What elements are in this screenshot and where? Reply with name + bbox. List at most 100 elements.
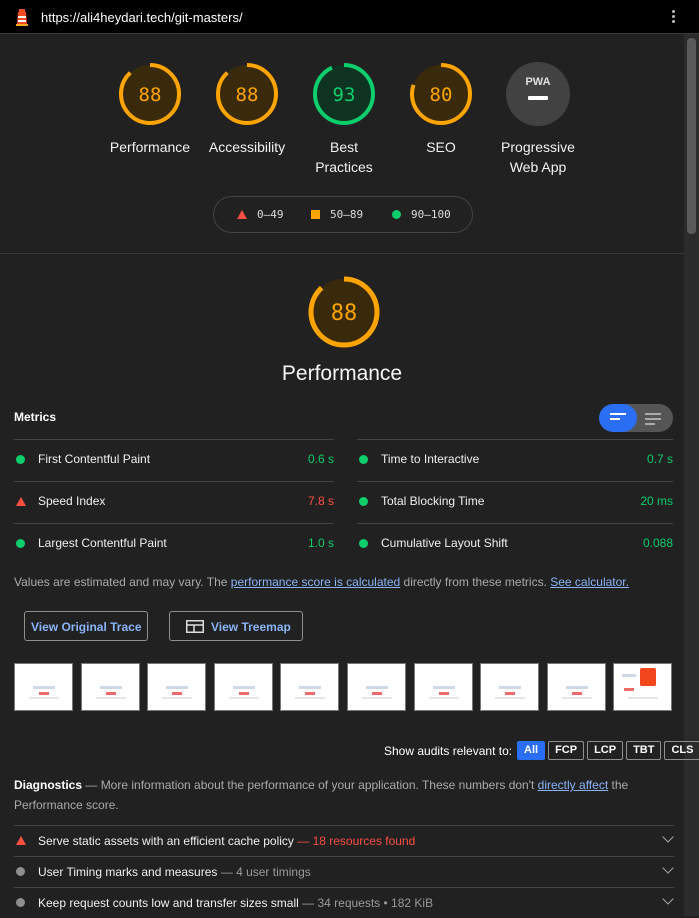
- metric-status-icon: [16, 497, 26, 506]
- filmstrip-frame: [546, 663, 606, 711]
- metric-name: First Contentful Paint: [38, 452, 151, 466]
- filmstrip-frame: [480, 663, 540, 711]
- filmstrip-frame: [14, 663, 73, 711]
- filter-chip-lcp[interactable]: LCP: [587, 741, 624, 760]
- gauge-performance[interactable]: 88 Performance: [95, 61, 205, 157]
- metric-cumulative-layout-shift: Cumulative Layout Shift 0.088: [357, 523, 673, 564]
- filter-chip-all[interactable]: All: [517, 741, 546, 760]
- pwa-badge-text: PWA: [525, 76, 550, 88]
- gauge-pwa[interactable]: PWA Progressive Web App: [483, 61, 593, 177]
- filmstrip-frame: [613, 663, 673, 711]
- filter-chip-fcp[interactable]: FCP: [548, 741, 585, 760]
- gauge-best-practices[interactable]: 93 Best Practices: [289, 61, 399, 177]
- score-gauge-ring: 93: [313, 63, 375, 125]
- gauge-accessibility[interactable]: 88 Accessibility: [192, 61, 302, 157]
- score-gauge-ring: 88: [119, 63, 181, 125]
- metric-name: Total Blocking Time: [381, 494, 485, 508]
- metric-value: 0.7 s: [646, 452, 673, 466]
- lighthouse-logo-icon: [16, 9, 28, 26]
- score-value: 88: [139, 84, 162, 106]
- metric-status-icon: [16, 539, 25, 548]
- scrollbar[interactable]: [684, 34, 699, 916]
- chevron-down-icon[interactable]: [662, 831, 674, 843]
- metric-first-contentful-paint: First Contentful Paint 0.6 s: [14, 439, 334, 480]
- gauge-seo[interactable]: 80 SEO: [386, 61, 496, 157]
- chevron-down-icon[interactable]: [662, 893, 674, 905]
- audit-status-icon: [16, 898, 25, 907]
- note-text: Values are estimated and may vary. The: [14, 575, 231, 589]
- scrollbar-thumb[interactable]: [687, 38, 696, 234]
- metric-name: Time to Interactive: [381, 452, 480, 466]
- audit-detail: — 18 resources found: [293, 834, 416, 848]
- button-label: View Original Trace: [31, 620, 142, 634]
- metric-total-blocking-time: Total Blocking Time 20 ms: [357, 481, 673, 522]
- more-options-icon[interactable]: [669, 8, 677, 26]
- performance-gauge: 88: [308, 276, 380, 348]
- button-label: View Treemap: [211, 620, 291, 634]
- metric-name: Largest Contentful Paint: [38, 536, 167, 550]
- metrics-view-toggle[interactable]: [599, 404, 673, 432]
- audit-filter-chips: All FCP LCP TBT CLS: [517, 741, 699, 760]
- filmstrip-frame: [213, 663, 273, 711]
- pwa-badge-icon: PWA: [506, 62, 570, 126]
- average-square-icon: [311, 210, 320, 219]
- score-calculation-link[interactable]: performance score is calculated: [231, 575, 400, 589]
- legend-fail: 0–49: [237, 208, 284, 221]
- pass-circle-icon: [392, 210, 401, 219]
- compact-list-icon: [610, 413, 626, 423]
- metrics-heading: Metrics: [14, 410, 57, 424]
- score-gauge-ring: 80: [410, 63, 472, 125]
- chevron-down-icon[interactable]: [662, 862, 674, 874]
- audit-user-timing[interactable]: User Timing marks and measures — 4 user …: [14, 856, 674, 887]
- view-treemap-button[interactable]: View Treemap: [169, 611, 303, 641]
- calculator-link[interactable]: See calculator.: [550, 575, 629, 589]
- audit-cache-policy[interactable]: Serve static assets with an efficient ca…: [14, 825, 674, 856]
- metrics-note: Values are estimated and may vary. The p…: [14, 575, 629, 589]
- diagnostics-title: Diagnostics: [14, 778, 83, 792]
- metric-status-icon: [359, 497, 368, 506]
- score-gauge-ring: 88: [216, 63, 278, 125]
- directly-affect-link[interactable]: directly affect: [538, 778, 608, 792]
- score-value: 93: [333, 84, 356, 106]
- metric-largest-contentful-paint: Largest Contentful Paint 1.0 s: [14, 523, 334, 564]
- metric-value: 1.0 s: [307, 536, 334, 550]
- score-value: 88: [236, 84, 259, 106]
- gauge-label: Accessibility: [208, 139, 286, 155]
- metric-name: Cumulative Layout Shift: [381, 536, 508, 550]
- metric-status-icon: [16, 455, 25, 464]
- audit-title: Keep request counts low and transfer siz…: [38, 896, 299, 910]
- metric-value: 0.6 s: [307, 452, 334, 466]
- expanded-list-icon[interactable]: [645, 413, 661, 428]
- performance-score: 88: [331, 301, 358, 326]
- filter-chip-cls[interactable]: CLS: [664, 741, 699, 760]
- note-text: directly from these metrics.: [400, 575, 551, 589]
- view-original-trace-button[interactable]: View Original Trace: [24, 611, 148, 641]
- filter-chip-tbt[interactable]: TBT: [626, 741, 662, 760]
- diagnostics-header: Diagnostics — More information about the…: [14, 775, 654, 815]
- audit-title: Serve static assets with an efficient ca…: [38, 834, 294, 848]
- legend-pass-range: 90–100: [411, 208, 451, 221]
- filmstrip-frame: [147, 663, 207, 711]
- legend-average: 50–89: [311, 208, 363, 221]
- gauge-label: Performance: [109, 139, 191, 155]
- audit-title: User Timing marks and measures: [38, 865, 218, 879]
- audit-status-icon: [16, 836, 26, 845]
- page-url[interactable]: https://ali4heydari.tech/git-masters/: [41, 10, 243, 25]
- gauge-label: Progressive Web App: [501, 139, 575, 175]
- audit-request-counts[interactable]: Keep request counts low and transfer siz…: [14, 887, 674, 918]
- legend-average-range: 50–89: [330, 208, 364, 221]
- filmstrip-frame: [413, 663, 473, 711]
- audit-detail: — 34 requests • 182 KiB: [298, 896, 434, 910]
- filmstrip-frame: [347, 663, 406, 711]
- score-value: 80: [430, 84, 453, 106]
- diagnostics-dash: —: [82, 778, 101, 792]
- metric-value: 0.088: [642, 536, 673, 550]
- performance-title: Performance: [281, 362, 403, 385]
- metric-status-icon: [359, 455, 368, 464]
- browser-url-bar: https://ali4heydari.tech/git-masters/: [0, 0, 699, 34]
- filmstrip-frame: [80, 663, 140, 711]
- diagnostics-description: More information about the performance o…: [100, 778, 538, 792]
- fail-triangle-icon: [237, 210, 247, 219]
- metric-value: 20 ms: [640, 494, 673, 508]
- metric-speed-index: Speed Index 7.8 s: [14, 481, 334, 522]
